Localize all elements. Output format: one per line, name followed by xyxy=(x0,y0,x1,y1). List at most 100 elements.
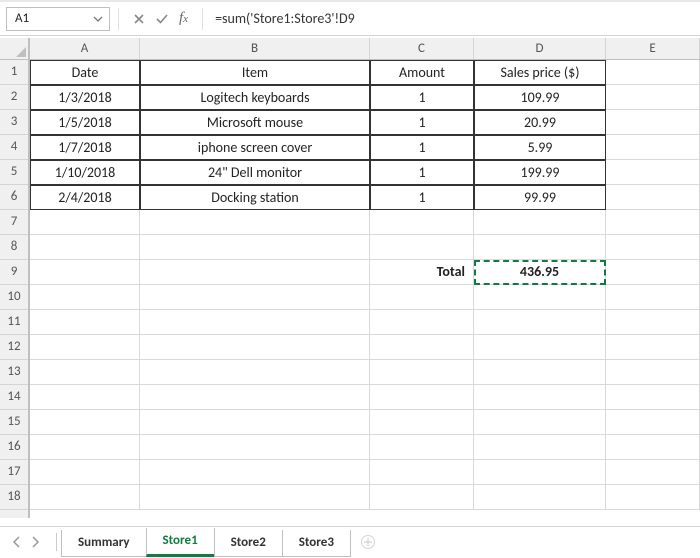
formula-input[interactable]: =sum('Store1:Store3'!D9 xyxy=(211,7,694,31)
cell[interactable] xyxy=(474,285,606,310)
cell[interactable] xyxy=(140,310,370,335)
col-header-D[interactable]: D xyxy=(474,38,606,59)
cell[interactable]: 99.99 xyxy=(474,185,606,210)
chevron-down-icon[interactable] xyxy=(91,12,105,26)
cell[interactable] xyxy=(140,435,370,460)
cell[interactable]: Amount xyxy=(370,60,474,85)
row-header-3[interactable]: 3 xyxy=(0,110,28,135)
cell[interactable] xyxy=(606,110,700,135)
cell[interactable] xyxy=(30,410,140,435)
cell[interactable] xyxy=(370,460,474,485)
row-header-16[interactable]: 16 xyxy=(0,435,28,460)
cell[interactable] xyxy=(30,435,140,460)
cell[interactable]: iphone screen cover xyxy=(140,135,370,160)
cell[interactable] xyxy=(606,435,700,460)
cell[interactable] xyxy=(606,235,700,260)
row-header-13[interactable]: 13 xyxy=(0,360,28,385)
row-header-7[interactable]: 7 xyxy=(0,210,28,235)
cell[interactable] xyxy=(30,260,140,285)
cell[interactable] xyxy=(370,360,474,385)
new-sheet-button[interactable] xyxy=(356,530,380,554)
row-header-4[interactable]: 4 xyxy=(0,135,28,160)
cell[interactable]: 109.99 xyxy=(474,85,606,110)
col-header-C[interactable]: C xyxy=(370,38,474,59)
tab-prev-icon[interactable] xyxy=(12,536,22,548)
cell[interactable] xyxy=(140,360,370,385)
row-header-5[interactable]: 5 xyxy=(0,160,28,185)
cell[interactable] xyxy=(474,235,606,260)
cell[interactable] xyxy=(370,410,474,435)
cell[interactable] xyxy=(474,460,606,485)
cell[interactable]: 5.99 xyxy=(474,135,606,160)
cell[interactable]: Logitech keyboards xyxy=(140,85,370,110)
cell[interactable] xyxy=(140,410,370,435)
cell[interactable] xyxy=(606,135,700,160)
row-header-14[interactable]: 14 xyxy=(0,385,28,410)
cell[interactable] xyxy=(606,335,700,360)
cell[interactable] xyxy=(140,285,370,310)
cell[interactable]: 1/7/2018 xyxy=(30,135,140,160)
cell[interactable]: Sales price ($) xyxy=(474,60,606,85)
cell[interactable]: 199.99 xyxy=(474,160,606,185)
row-header-10[interactable]: 10 xyxy=(0,285,28,310)
cell[interactable]: Microsoft mouse xyxy=(140,110,370,135)
cell[interactable]: 1 xyxy=(370,160,474,185)
cell[interactable] xyxy=(606,460,700,485)
cell[interactable] xyxy=(30,385,140,410)
row-header-12[interactable]: 12 xyxy=(0,335,28,360)
cell[interactable]: 20.99 xyxy=(474,110,606,135)
cell[interactable] xyxy=(474,210,606,235)
cell[interactable]: Date xyxy=(30,60,140,85)
cell[interactable] xyxy=(140,260,370,285)
col-header-B[interactable]: B xyxy=(140,38,370,59)
cell[interactable] xyxy=(606,360,700,385)
cell[interactable] xyxy=(30,335,140,360)
row-header-11[interactable]: 11 xyxy=(0,310,28,335)
cell[interactable] xyxy=(370,310,474,335)
cell[interactable] xyxy=(606,210,700,235)
sheet-tab-summary[interactable]: Summary xyxy=(61,530,147,557)
cancel-icon[interactable] xyxy=(133,13,145,25)
col-header-A[interactable]: A xyxy=(30,38,140,59)
cell[interactable] xyxy=(140,385,370,410)
cell[interactable] xyxy=(606,410,700,435)
cell[interactable] xyxy=(606,60,700,85)
fx-icon[interactable]: fx xyxy=(179,10,188,27)
cell[interactable] xyxy=(606,285,700,310)
row-header-18[interactable]: 18 xyxy=(0,485,28,510)
cell[interactable]: 2/4/2018 xyxy=(30,185,140,210)
cell[interactable] xyxy=(140,335,370,360)
cell[interactable] xyxy=(474,360,606,385)
cell[interactable]: 1/5/2018 xyxy=(30,110,140,135)
row-header-15[interactable]: 15 xyxy=(0,410,28,435)
cell[interactable] xyxy=(474,310,606,335)
tab-next-icon[interactable] xyxy=(30,536,40,548)
cell[interactable] xyxy=(474,410,606,435)
cell[interactable]: 436.95 xyxy=(474,260,606,285)
cell[interactable] xyxy=(370,335,474,360)
cell[interactable] xyxy=(606,385,700,410)
cell[interactable] xyxy=(606,185,700,210)
cell[interactable]: Docking station xyxy=(140,185,370,210)
cell[interactable]: Total xyxy=(370,260,474,285)
check-icon[interactable] xyxy=(155,13,169,25)
cell[interactable] xyxy=(140,210,370,235)
row-header-17[interactable]: 17 xyxy=(0,460,28,485)
row-header-9[interactable]: 9 xyxy=(0,260,28,285)
cell[interactable] xyxy=(474,485,606,510)
cell[interactable] xyxy=(30,460,140,485)
cell[interactable] xyxy=(370,210,474,235)
cell[interactable] xyxy=(30,210,140,235)
row-header-2[interactable]: 2 xyxy=(0,85,28,110)
cell[interactable] xyxy=(474,385,606,410)
cell[interactable] xyxy=(140,235,370,260)
cell[interactable] xyxy=(606,310,700,335)
cell[interactable] xyxy=(606,160,700,185)
cell[interactable] xyxy=(30,235,140,260)
cell[interactable] xyxy=(606,260,700,285)
cell[interactable] xyxy=(474,435,606,460)
sheet-tab-store3[interactable]: Store3 xyxy=(282,530,351,557)
cell[interactable] xyxy=(30,360,140,385)
row-header-1[interactable]: 1 xyxy=(0,60,28,85)
cell[interactable] xyxy=(606,485,700,510)
